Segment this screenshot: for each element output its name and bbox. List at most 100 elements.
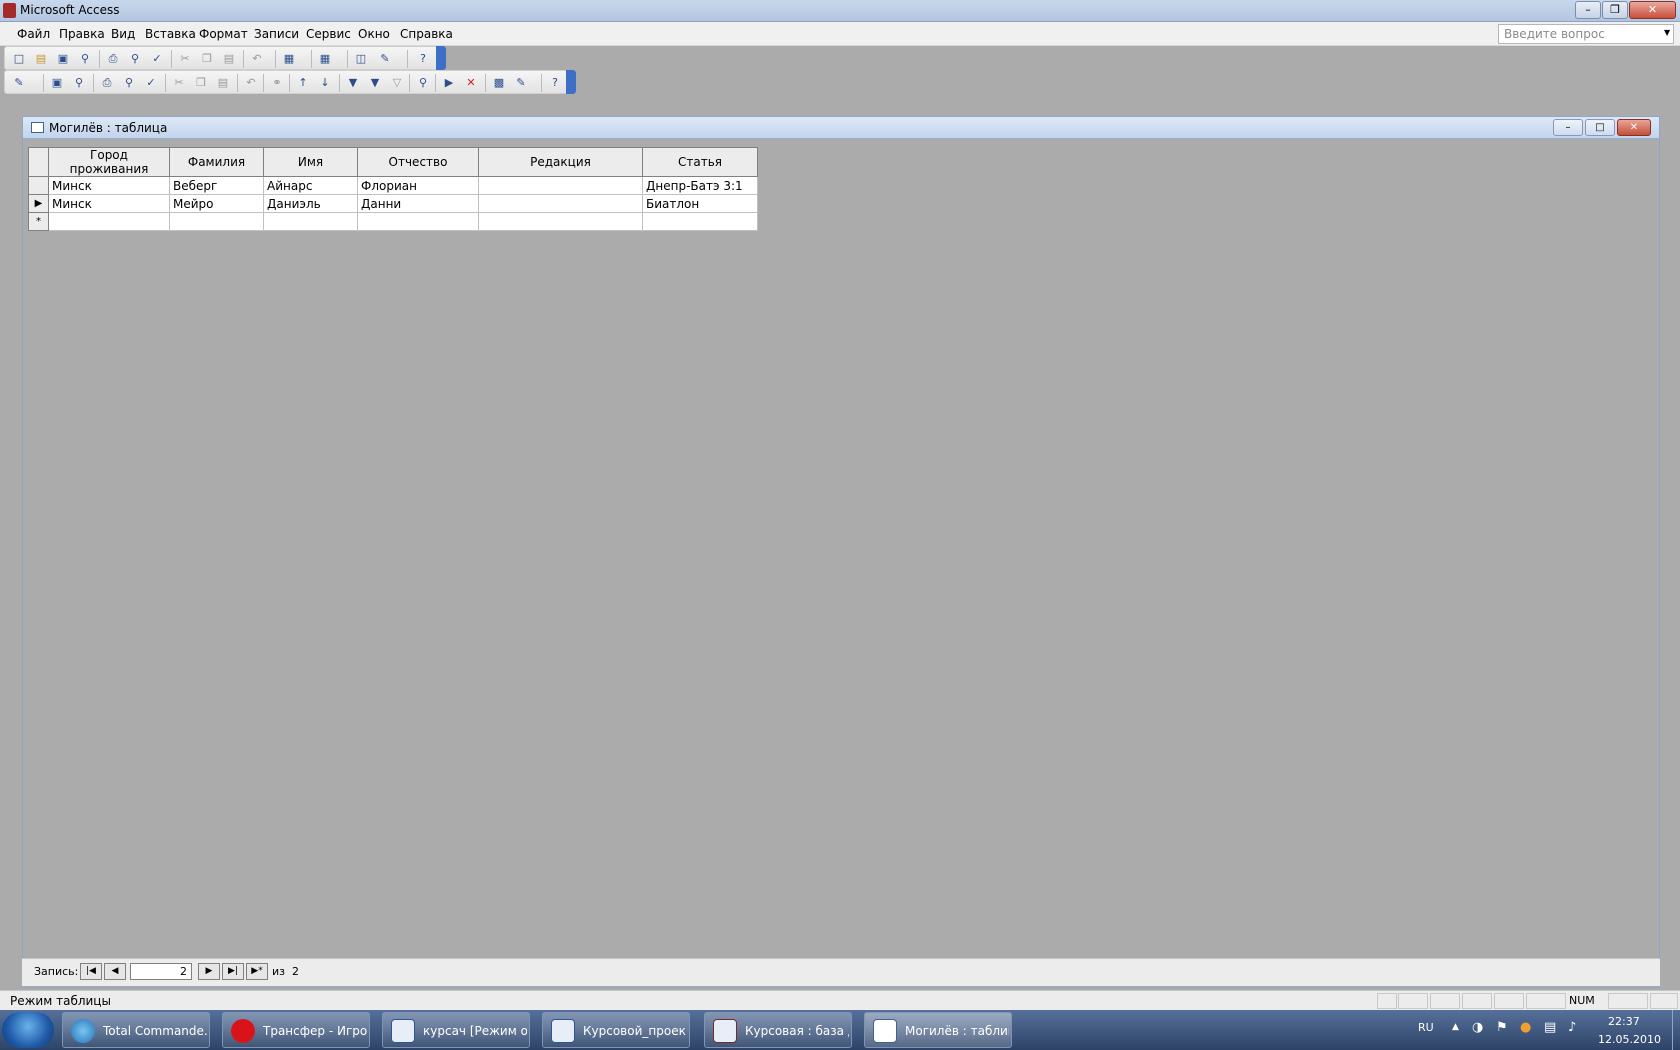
first-record-button[interactable]: |◀ xyxy=(80,963,102,980)
cell-patronymic[interactable]: Флориан xyxy=(357,176,479,195)
next-record-button[interactable]: ▶ xyxy=(198,963,220,980)
volume-icon[interactable]: ♪ xyxy=(1568,1020,1576,1035)
select-all-corner[interactable] xyxy=(28,147,49,177)
start-button[interactable] xyxy=(2,1012,54,1048)
menu-insert[interactable]: Вставка xyxy=(145,27,196,41)
cell-patronymic[interactable]: Данни xyxy=(357,194,479,213)
copy-icon[interactable]: ❐ xyxy=(199,51,215,67)
paste-icon[interactable]: ▤ xyxy=(221,51,237,67)
clock-time[interactable]: 22:37 xyxy=(1608,1015,1640,1028)
table-maximize-button[interactable]: □ xyxy=(1585,119,1615,136)
flash-icon[interactable]: ◑ xyxy=(1472,1020,1483,1035)
previous-record-button[interactable]: ◀ xyxy=(104,963,126,980)
current-record-selector[interactable]: ▶ xyxy=(28,194,49,213)
new-cell[interactable] xyxy=(478,212,643,231)
menu-records[interactable]: Записи xyxy=(254,27,299,41)
taskbar-item-access-database[interactable]: Курсовая : база д... xyxy=(704,1012,852,1048)
help-icon[interactable]: ? xyxy=(415,51,431,67)
office-links-icon[interactable]: ▦ xyxy=(281,51,297,67)
cell-surname[interactable]: Веберг xyxy=(169,176,264,195)
sort-ascending-icon[interactable]: ↑ xyxy=(295,75,311,91)
filter-by-form-icon[interactable]: ▼ xyxy=(367,75,383,91)
table-minimize-button[interactable]: – xyxy=(1553,119,1583,136)
help-question-input[interactable]: Введите вопрос xyxy=(1498,24,1674,44)
delete-record-icon[interactable]: ✕ xyxy=(463,75,479,91)
open-icon[interactable]: ▤ xyxy=(33,51,49,67)
menu-format[interactable]: Формат xyxy=(199,27,248,41)
datasheet-area[interactable] xyxy=(30,148,1652,958)
new-record-selector[interactable]: * xyxy=(28,212,49,231)
spelling-icon[interactable]: ✓ xyxy=(149,51,165,67)
last-record-button[interactable]: ▶| xyxy=(222,963,244,980)
cell-name[interactable]: Айнарс xyxy=(263,176,358,195)
menu-help[interactable]: Справка xyxy=(400,27,453,41)
search-file-icon[interactable]: ⚲ xyxy=(71,75,87,91)
access-app-icon[interactable] xyxy=(3,3,16,18)
new-object-icon[interactable]: ✎ xyxy=(513,75,529,91)
save-icon[interactable]: ▣ xyxy=(55,51,71,67)
language-indicator[interactable]: RU xyxy=(1418,1021,1434,1034)
analyze-icon[interactable]: ▦ xyxy=(317,51,333,67)
taskbar-item-mogilev-table[interactable]: Могилёв : таблица xyxy=(864,1012,1012,1048)
print-icon[interactable]: ⎙ xyxy=(105,51,121,67)
clock-date[interactable]: 12.05.2010 xyxy=(1598,1033,1661,1046)
menu-view[interactable]: Вид xyxy=(111,27,135,41)
cell-article[interactable]: Биатлон xyxy=(642,194,758,213)
sort-descending-icon[interactable]: ↓ xyxy=(317,75,333,91)
table-window-title-bar[interactable]: Могилёв : таблица – □ ✕ xyxy=(23,117,1659,139)
new-record-icon[interactable]: ▶ xyxy=(441,75,457,91)
column-header-editorial[interactable]: Редакция xyxy=(478,147,643,177)
show-hidden-icons-icon[interactable]: ▲ xyxy=(1452,1022,1459,1032)
taskbar-item-word-project[interactable]: Курсовой_проек... xyxy=(542,1012,690,1048)
new-object-icon[interactable]: ✎ xyxy=(377,51,393,67)
spelling-icon[interactable]: ✓ xyxy=(143,75,159,91)
help-dropdown-arrow-icon[interactable]: ▼ xyxy=(1664,28,1670,37)
cell-surname[interactable]: Мейро xyxy=(169,194,264,213)
new-cell[interactable] xyxy=(263,212,358,231)
apply-filter-icon[interactable]: ▽ xyxy=(389,75,405,91)
relationships-icon[interactable]: ◫ xyxy=(353,51,369,67)
new-record-button[interactable]: ▶* xyxy=(246,963,268,980)
column-header-patronymic[interactable]: Отчество xyxy=(357,147,479,177)
menu-file[interactable]: Файл xyxy=(17,27,50,41)
print-icon[interactable]: ⎙ xyxy=(99,75,115,91)
column-header-surname[interactable]: Фамилия xyxy=(169,147,264,177)
cell-city[interactable]: Минск xyxy=(48,194,170,213)
restore-button[interactable]: ❐ xyxy=(1602,1,1628,19)
print-preview-icon[interactable]: ⚲ xyxy=(121,75,137,91)
taskbar-item-total-commander[interactable]: Total Commande... xyxy=(62,1012,210,1048)
table-close-button[interactable]: ✕ xyxy=(1617,119,1651,136)
print-preview-icon[interactable]: ⚲ xyxy=(127,51,143,67)
cut-icon[interactable]: ✂ xyxy=(177,51,193,67)
minimize-button[interactable]: – xyxy=(1575,1,1601,19)
record-selector[interactable] xyxy=(28,176,49,195)
taskbar-item-opera[interactable]: Трансфер - Игро... xyxy=(222,1012,370,1048)
menu-edit[interactable]: Правка xyxy=(59,27,105,41)
new-cell[interactable] xyxy=(642,212,758,231)
copy-icon[interactable]: ❐ xyxy=(193,75,209,91)
cell-article[interactable]: Днепр-Батэ 3:1 xyxy=(642,176,758,195)
undo-icon[interactable]: ↶ xyxy=(249,51,265,67)
save-icon[interactable]: ▣ xyxy=(49,75,65,91)
new-icon[interactable]: □ xyxy=(11,51,27,67)
taskbar-item-word-coursework[interactable]: курсач [Режим о... xyxy=(382,1012,530,1048)
toolbar-options-icon[interactable] xyxy=(436,46,446,70)
cell-name[interactable]: Даниэль xyxy=(263,194,358,213)
undo-icon[interactable]: ↶ xyxy=(243,75,259,91)
view-icon[interactable]: ✎ xyxy=(11,75,27,91)
cell-city[interactable]: Минск xyxy=(48,176,170,195)
current-record-input[interactable]: 2 xyxy=(130,963,192,980)
column-header-article[interactable]: Статья xyxy=(642,147,758,177)
hyperlink-icon[interactable]: ⚭ xyxy=(269,75,285,91)
menu-tools[interactable]: Сервис xyxy=(306,27,351,41)
paste-icon[interactable]: ▤ xyxy=(215,75,231,91)
find-icon[interactable]: ⚲ xyxy=(415,75,431,91)
new-cell[interactable] xyxy=(48,212,170,231)
column-header-name[interactable]: Имя xyxy=(263,147,358,177)
cut-icon[interactable]: ✂ xyxy=(171,75,187,91)
close-button[interactable]: ✕ xyxy=(1629,1,1676,19)
cell-editorial[interactable] xyxy=(478,176,643,195)
new-cell[interactable] xyxy=(169,212,264,231)
toolbar-options-icon[interactable] xyxy=(566,70,576,94)
network-icon[interactable]: ▤ xyxy=(1544,1020,1556,1035)
